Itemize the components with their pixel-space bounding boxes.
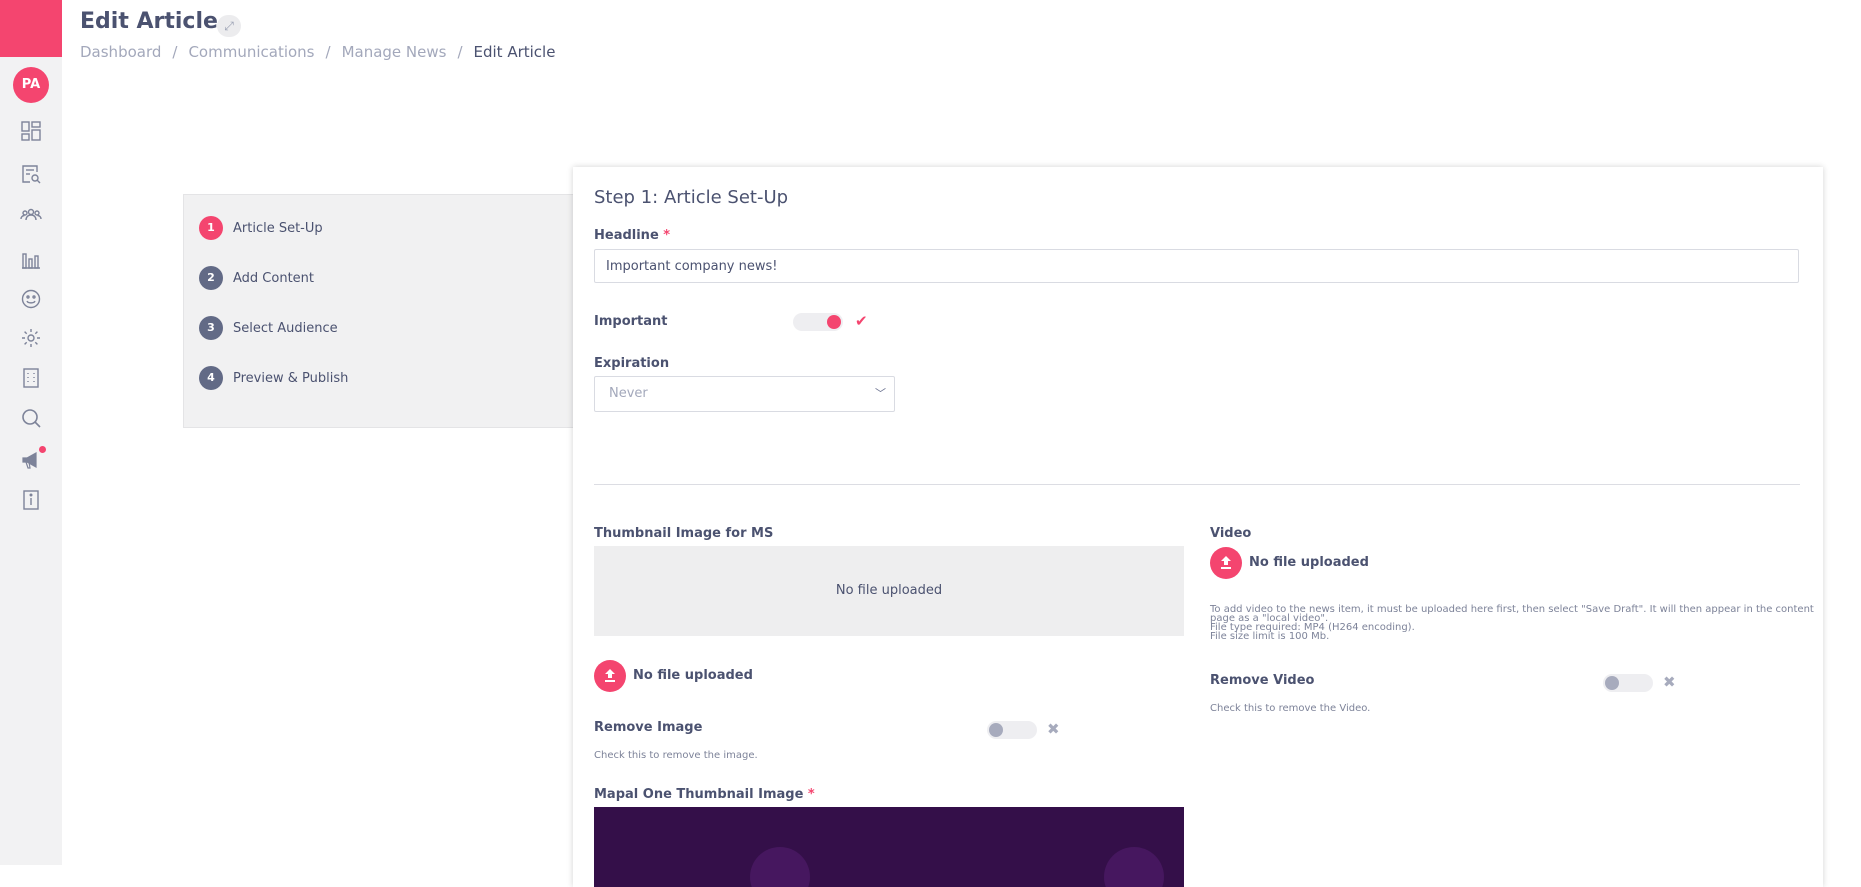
step-number: 1 [199, 216, 223, 240]
upload-image-button[interactable] [594, 660, 626, 692]
thumbnail-label: Thumbnail Image for MS [594, 526, 774, 541]
bar-chart-icon[interactable] [20, 248, 42, 270]
remove-video-label: Remove Video [1210, 673, 1315, 688]
toggle-knob [989, 723, 1003, 737]
sidebar: PA [0, 0, 62, 865]
article-setup-card: Step 1: Article Set-Up Headline * Import… [573, 167, 1823, 887]
avatar[interactable]: PA [13, 67, 49, 103]
step-number: 2 [199, 266, 223, 290]
expiration-value: Never [609, 386, 648, 401]
check-icon: ✔ [855, 312, 868, 330]
notification-dot [39, 446, 46, 453]
required-mark: * [807, 787, 815, 802]
step-label: Add Content [233, 270, 315, 286]
breadcrumb-communications[interactable]: Communications [188, 43, 314, 61]
step-label: Preview & Publish [233, 370, 349, 386]
step-add-content[interactable]: 2 Add Content [199, 266, 314, 290]
sidebar-brand-block [0, 0, 62, 57]
video-hint-4: File size limit is 100 Mb. [1210, 631, 1330, 642]
step-select-audience[interactable]: 3 Select Audience [199, 316, 338, 340]
info-card-icon[interactable] [20, 489, 42, 511]
thumbnail-shape [750, 847, 810, 887]
breadcrumb-separator: / [325, 43, 331, 61]
toggle-knob [827, 315, 841, 329]
headline-input[interactable]: Important company news! [594, 249, 1799, 283]
remove-video-hint: Check this to remove the Video. [1210, 703, 1371, 714]
close-icon: ✖ [1047, 720, 1060, 738]
upload-video-button[interactable] [1210, 547, 1242, 579]
close-icon: ✖ [1663, 673, 1676, 691]
thumbnail-shape [1104, 847, 1164, 887]
important-toggle[interactable] [793, 313, 843, 331]
step-number: 3 [199, 316, 223, 340]
upload-icon [605, 669, 615, 682]
card-title: Step 1: Article Set-Up [594, 187, 789, 208]
remove-image-label: Remove Image [594, 720, 703, 735]
breadcrumb-manage-news[interactable]: Manage News [342, 43, 447, 61]
step-article-setup[interactable]: 1 Article Set-Up [199, 216, 323, 240]
expand-icon[interactable]: ⤢ [217, 15, 241, 37]
mapal-thumbnail-label: Mapal One Thumbnail Image * [594, 787, 815, 802]
video-file-status: No file uploaded [1249, 555, 1369, 570]
breadcrumb: Dashboard / Communications / Manage News / Edi… [80, 43, 555, 61]
breadcrumb-separator: / [457, 43, 463, 61]
headline-label: Headline * [594, 228, 670, 243]
divider [594, 484, 1800, 485]
step-number: 4 [199, 366, 223, 390]
headline-label-text: Headline [594, 228, 659, 243]
mapal-thumbnail-label-text: Mapal One Thumbnail Image [594, 787, 804, 802]
search-document-icon[interactable] [20, 163, 42, 185]
breadcrumb-separator: / [172, 43, 178, 61]
image-file-status: No file uploaded [633, 668, 753, 683]
gear-icon[interactable] [20, 327, 42, 349]
step-label: Select Audience [233, 320, 338, 336]
expiration-label: Expiration [594, 356, 670, 371]
important-label: Important [594, 314, 668, 329]
remove-image-toggle[interactable] [987, 721, 1037, 739]
breadcrumb-current: Edit Article [473, 43, 556, 61]
remove-video-toggle[interactable] [1603, 674, 1653, 692]
dashboard-icon[interactable] [20, 120, 42, 142]
remove-image-hint: Check this to remove the image. [594, 750, 758, 761]
toggle-knob [1605, 676, 1619, 690]
breadcrumb-dashboard[interactable]: Dashboard [80, 43, 161, 61]
page-title: Edit Article [80, 9, 218, 34]
smiley-icon[interactable] [20, 288, 42, 310]
required-mark: * [663, 228, 671, 243]
users-icon[interactable] [20, 204, 42, 226]
video-label: Video [1210, 526, 1252, 541]
search-icon[interactable] [20, 407, 42, 429]
step-label: Article Set-Up [233, 220, 323, 236]
megaphone-icon[interactable] [20, 449, 42, 471]
thumbnail-dropzone[interactable]: No file uploaded [594, 546, 1184, 636]
building-icon[interactable] [20, 367, 42, 389]
upload-icon [1221, 556, 1231, 569]
chevron-down-icon: ﹀ [875, 387, 886, 400]
step-preview-publish[interactable]: 4 Preview & Publish [199, 366, 348, 390]
expiration-select[interactable]: Never ﹀ [594, 376, 895, 412]
mapal-thumbnail-image[interactable] [594, 807, 1184, 887]
steps-panel: 1 Article Set-Up 2 Add Content 3 Select … [183, 194, 588, 428]
